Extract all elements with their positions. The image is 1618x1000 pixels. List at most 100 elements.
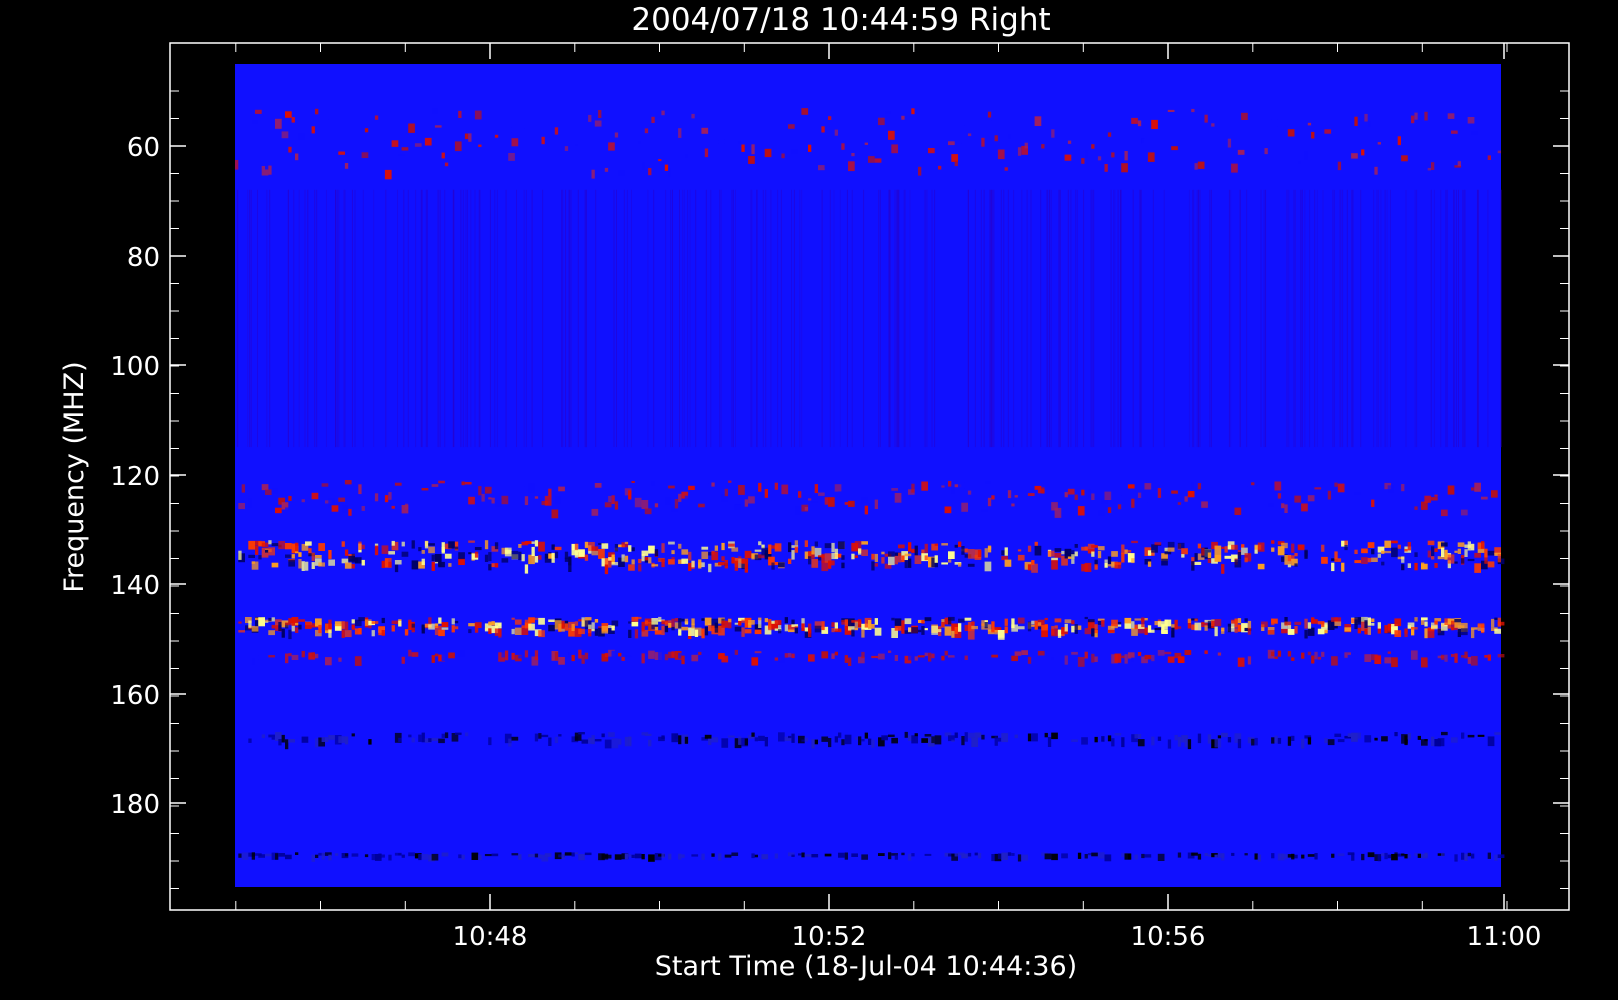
heat-cell	[361, 152, 369, 158]
streak	[1070, 189, 1072, 448]
heat-cell	[928, 652, 932, 662]
streak	[1458, 189, 1459, 448]
heat-cell	[594, 120, 602, 127]
heat-cell	[751, 657, 759, 666]
heat-cell	[1494, 652, 1498, 658]
heat-cell	[1431, 556, 1435, 560]
heat-cell	[1037, 622, 1042, 626]
heat-cell	[238, 550, 242, 560]
streak	[1386, 189, 1388, 448]
heat-cell	[1401, 556, 1405, 563]
streak	[1373, 189, 1375, 448]
heat-cell	[354, 656, 362, 666]
heat-cell	[1494, 732, 1501, 735]
heat-cell	[464, 482, 472, 485]
heat-cell	[1317, 656, 1322, 660]
heat-cell	[411, 560, 419, 570]
heat-cell	[1054, 548, 1062, 552]
heat-cell	[821, 553, 825, 563]
heat-cell	[678, 652, 682, 659]
heat-cell	[1357, 732, 1361, 739]
streak	[425, 189, 427, 448]
heat-cell	[474, 547, 482, 551]
heat-cell	[554, 495, 562, 504]
heat-cell	[834, 548, 838, 559]
heat-cell	[748, 496, 755, 504]
heat-cell	[1237, 618, 1242, 624]
heat-cell	[1104, 854, 1112, 862]
heat-cell	[681, 549, 689, 555]
heat-cell	[548, 737, 552, 746]
heat-cell	[538, 733, 542, 739]
heat-cell	[1131, 117, 1138, 124]
heat-cell	[1377, 142, 1381, 145]
streak	[1264, 189, 1266, 448]
heat-cell	[861, 541, 868, 545]
heat-cell	[621, 554, 625, 562]
heat-cell	[401, 854, 405, 858]
heat-cell	[1201, 501, 1208, 508]
streak	[980, 189, 982, 448]
heat-cell	[994, 736, 998, 746]
heat-cell	[1384, 550, 1392, 554]
streak	[1000, 189, 1002, 448]
heat-cell	[981, 137, 985, 147]
heat-cell	[1301, 854, 1305, 859]
heat-cell	[1467, 117, 1475, 124]
heat-cell	[698, 651, 702, 655]
heat-cell	[408, 123, 415, 133]
heat-cell	[351, 564, 355, 569]
heat-cell	[1144, 618, 1148, 621]
heat-cell	[871, 561, 875, 571]
heat-cell	[1461, 509, 1468, 516]
heat-cell	[1161, 558, 1168, 566]
heat-cell	[1461, 628, 1468, 636]
heat-cell	[964, 655, 968, 660]
heat-cell	[1451, 654, 1455, 657]
heat-cell	[1471, 627, 1478, 630]
heat-cell	[791, 619, 795, 625]
heat-cell	[421, 550, 425, 554]
heat-cell	[1287, 564, 1292, 568]
streak	[421, 189, 423, 448]
heat-cell	[344, 630, 352, 638]
heat-cell	[648, 557, 652, 564]
heat-cell	[491, 621, 495, 626]
heat-cell	[1354, 560, 1362, 564]
heat-cell	[364, 490, 369, 498]
heat-cell	[1221, 732, 1228, 738]
heat-cell	[974, 732, 982, 738]
heat-cell	[468, 552, 472, 555]
streak	[731, 189, 732, 448]
heat-cell	[1091, 653, 1095, 663]
heat-cell	[261, 734, 265, 739]
heat-cell	[1081, 737, 1088, 745]
heat-cell	[964, 732, 968, 742]
heat-cell	[454, 626, 459, 630]
heat-cell	[1451, 503, 1458, 509]
heat-cell	[1494, 617, 1498, 620]
heat-cell	[1254, 737, 1258, 746]
heat-cell	[291, 554, 295, 559]
streak	[750, 189, 752, 448]
heat-cell	[1167, 109, 1175, 112]
heat-cell	[644, 556, 649, 561]
heat-cell	[568, 652, 572, 658]
heat-cell	[754, 549, 762, 552]
heat-cell	[1467, 734, 1475, 738]
heat-cell	[1117, 621, 1122, 625]
heat-cell	[778, 732, 785, 742]
heat-cell	[1101, 736, 1105, 742]
heat-cell	[1107, 132, 1112, 137]
heat-cell	[967, 563, 975, 567]
heat-cell	[608, 496, 612, 503]
heat-cell	[881, 551, 885, 555]
streak	[1021, 189, 1023, 448]
heat-cell	[708, 107, 715, 116]
heat-cell	[614, 132, 619, 138]
streak	[1026, 189, 1028, 448]
streak	[878, 189, 880, 448]
heat-cell	[834, 628, 842, 633]
heat-cell	[1051, 656, 1055, 661]
heat-cell	[328, 735, 335, 740]
